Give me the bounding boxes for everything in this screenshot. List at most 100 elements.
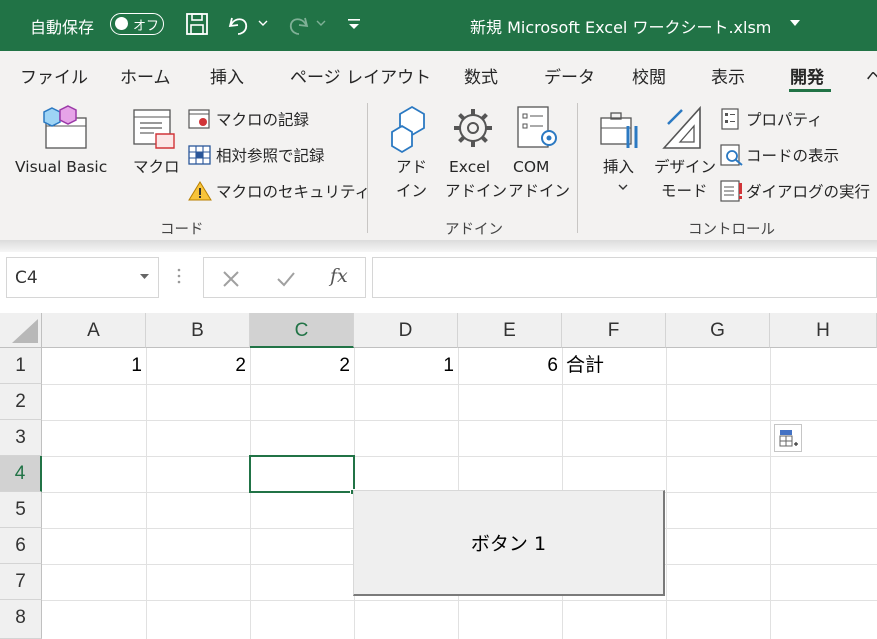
tab-view[interactable]: 表示 bbox=[711, 63, 745, 88]
toggle-knob bbox=[115, 17, 128, 30]
row-header-5[interactable]: 5 bbox=[0, 492, 42, 528]
tab-file[interactable]: ファイル bbox=[20, 63, 88, 88]
formula-input[interactable] bbox=[372, 257, 877, 298]
visual-basic-icon[interactable] bbox=[42, 104, 90, 150]
insert-controls-toolbox-icon[interactable] bbox=[598, 108, 646, 152]
com-addins-icon[interactable] bbox=[515, 104, 561, 152]
gridline bbox=[770, 348, 771, 639]
tab-data[interactable]: データ bbox=[544, 63, 595, 88]
cell-c1[interactable]: 2 bbox=[250, 348, 350, 384]
paste-options-button[interactable] bbox=[774, 424, 802, 452]
row-header-1[interactable]: 1 bbox=[0, 348, 42, 384]
run-dialog-label[interactable]: ダイアログの実行 bbox=[746, 182, 870, 202]
column-header-d[interactable]: D bbox=[354, 313, 458, 348]
code-group-label: コード bbox=[160, 222, 204, 238]
autosave-toggle[interactable]: オフ bbox=[110, 13, 164, 35]
tab-review[interactable]: 校閲 bbox=[632, 63, 666, 88]
cell-f1[interactable]: 合計 bbox=[566, 348, 666, 384]
row-header-3[interactable]: 3 bbox=[0, 420, 42, 456]
cell-b1[interactable]: 2 bbox=[146, 348, 246, 384]
com-addins-label-2[interactable]: アドイン bbox=[508, 180, 570, 202]
row-header-2[interactable]: 2 bbox=[0, 384, 42, 420]
design-mode-label-1[interactable]: デザイン bbox=[654, 156, 716, 178]
view-code-icon[interactable] bbox=[720, 144, 744, 166]
row-header-4[interactable]: 4 bbox=[0, 456, 42, 492]
column-header-g[interactable]: G bbox=[666, 313, 770, 348]
cancel-icon[interactable] bbox=[222, 270, 240, 288]
visual-basic-label[interactable]: Visual Basic bbox=[15, 156, 107, 178]
gridline bbox=[42, 420, 877, 421]
cell-e1[interactable]: 6 bbox=[458, 348, 558, 384]
record-macro-icon[interactable] bbox=[188, 108, 212, 130]
title-bar: 自動保存 オフ 新規 Microsoft Excel ワークシート.xlsm bbox=[0, 0, 877, 51]
insert-dropdown-icon[interactable] bbox=[618, 184, 628, 192]
autosave-label: 自動保存 bbox=[30, 18, 95, 37]
tab-formulas[interactable]: 数式 bbox=[464, 63, 498, 88]
column-header-f[interactable]: F bbox=[562, 313, 666, 348]
filename-dropdown-icon[interactable] bbox=[790, 20, 800, 28]
properties-icon[interactable] bbox=[720, 108, 742, 130]
name-box-value: C4 bbox=[15, 268, 38, 288]
save-icon[interactable] bbox=[185, 12, 209, 36]
excel-addins-gear-icon[interactable] bbox=[451, 106, 495, 150]
file-name[interactable]: 新規 Microsoft Excel ワークシート.xlsm bbox=[470, 14, 771, 38]
run-dialog-icon[interactable] bbox=[720, 180, 744, 202]
cell-a1[interactable]: 1 bbox=[42, 348, 142, 384]
column-header-a[interactable]: A bbox=[42, 313, 146, 348]
com-addins-label-1[interactable]: COM bbox=[513, 156, 549, 178]
ribbon-tabs: ファイル ホーム 挿入 ページ レイアウト 数式 データ 校閲 表示 開発 ヘ bbox=[0, 51, 877, 95]
enter-check-icon[interactable] bbox=[276, 270, 296, 288]
macro-label[interactable]: マクロ bbox=[133, 156, 180, 178]
design-mode-label-2[interactable]: モード bbox=[661, 180, 708, 202]
record-macro-label[interactable]: マクロの記録 bbox=[216, 110, 309, 130]
addins-label-2[interactable]: イン bbox=[396, 180, 427, 202]
selected-cell-c4[interactable] bbox=[249, 455, 355, 493]
column-header-b[interactable]: B bbox=[146, 313, 250, 348]
gridline bbox=[666, 348, 667, 639]
name-box[interactable]: C4 bbox=[6, 257, 159, 298]
active-tab-indicator bbox=[789, 89, 831, 92]
insert-function-icon[interactable]: fx bbox=[330, 265, 348, 287]
form-button-1[interactable]: ボタン 1 bbox=[353, 490, 665, 596]
undo-icon[interactable] bbox=[226, 12, 252, 36]
redo-dropdown-icon[interactable] bbox=[316, 18, 326, 28]
form-button-label: ボタン 1 bbox=[470, 533, 547, 555]
redo-icon[interactable] bbox=[285, 12, 311, 36]
gridline bbox=[42, 456, 877, 457]
macro-icon[interactable] bbox=[132, 108, 178, 150]
insert-controls-label[interactable]: 挿入 bbox=[603, 156, 634, 178]
customize-qat-icon[interactable] bbox=[346, 16, 362, 32]
row-header-7[interactable]: 7 bbox=[0, 564, 42, 600]
controls-group-label: コントロール bbox=[688, 222, 775, 238]
name-box-dropdown-icon[interactable] bbox=[140, 274, 149, 280]
tab-help-partial[interactable]: ヘ bbox=[866, 63, 877, 88]
column-header-c[interactable]: C bbox=[250, 313, 354, 348]
column-header-h[interactable]: H bbox=[770, 313, 877, 348]
tab-home[interactable]: ホーム bbox=[120, 63, 171, 88]
cell-d1[interactable]: 1 bbox=[354, 348, 454, 384]
relative-reference-icon[interactable] bbox=[188, 144, 212, 166]
excel-addins-label-2[interactable]: アドイン bbox=[445, 180, 507, 202]
select-all-corner[interactable] bbox=[0, 313, 42, 348]
autosave-state: オフ bbox=[133, 19, 160, 34]
relative-reference-label[interactable]: 相対参照で記録 bbox=[216, 146, 325, 166]
gridline bbox=[146, 348, 147, 639]
design-mode-icon[interactable] bbox=[660, 104, 706, 152]
addins-label-1[interactable]: アド bbox=[396, 156, 427, 178]
tab-insert[interactable]: 挿入 bbox=[210, 63, 244, 88]
view-code-label[interactable]: コードの表示 bbox=[746, 146, 839, 166]
tab-page-layout[interactable]: ページ レイアウト bbox=[290, 63, 431, 88]
formula-bar-grip-icon[interactable] bbox=[176, 266, 182, 286]
paste-options-icon bbox=[779, 430, 798, 447]
formula-buttons: fx bbox=[203, 257, 366, 298]
row-header-6[interactable]: 6 bbox=[0, 528, 42, 564]
row-header-8[interactable]: 8 bbox=[0, 600, 42, 639]
properties-label[interactable]: プロパティ bbox=[746, 110, 823, 130]
tab-developer[interactable]: 開発 bbox=[790, 63, 824, 88]
warning-icon[interactable] bbox=[188, 180, 212, 202]
macro-security-label[interactable]: マクロのセキュリティ bbox=[216, 182, 370, 202]
undo-dropdown-icon[interactable] bbox=[258, 18, 268, 28]
addins-icon[interactable] bbox=[388, 104, 434, 154]
column-header-e[interactable]: E bbox=[458, 313, 562, 348]
excel-addins-label-1[interactable]: Excel bbox=[449, 156, 490, 178]
